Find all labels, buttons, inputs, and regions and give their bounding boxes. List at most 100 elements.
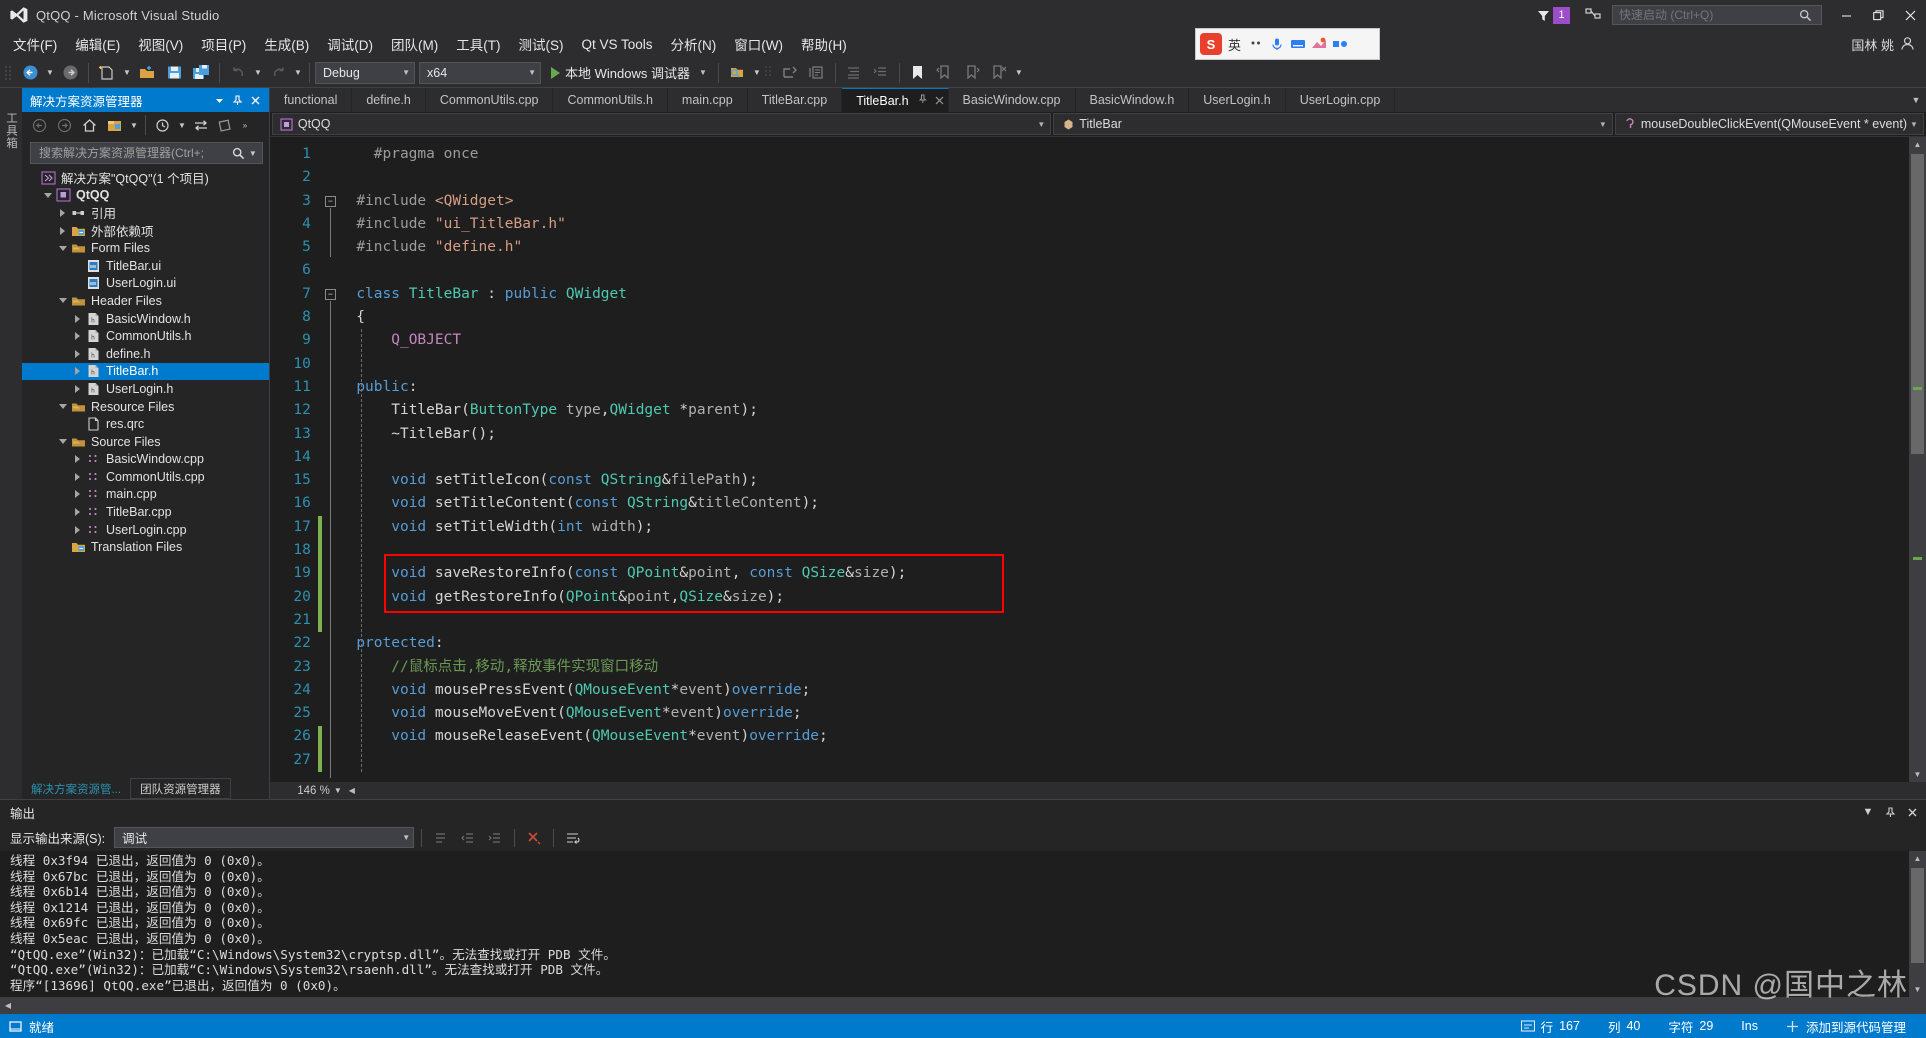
close-icon[interactable]: [1904, 802, 1920, 822]
code-line[interactable]: [339, 749, 1909, 772]
tree-item[interactable]: 解决方案"QtQQ"(1 个项目): [22, 169, 269, 187]
close-icon[interactable]: [935, 94, 944, 108]
tree-item[interactable]: Header Files: [22, 292, 269, 310]
home-icon[interactable]: [78, 114, 102, 136]
collapse-arrow-icon[interactable]: [56, 298, 70, 304]
new-project-icon[interactable]: [94, 61, 120, 85]
code-line[interactable]: [339, 446, 1909, 469]
code-line[interactable]: void setTitleContent(const QString&title…: [339, 492, 1909, 515]
tree-item[interactable]: 引用: [22, 204, 269, 222]
bookmark-icon[interactable]: [905, 61, 931, 85]
clear-all-icon[interactable]: [522, 827, 546, 849]
expand-arrow-icon[interactable]: [71, 490, 85, 499]
forward-icon[interactable]: [53, 114, 77, 136]
navbar-member-combo[interactable]: mouseDoubleClickEvent(QMouseEvent * even…: [1614, 113, 1924, 135]
scroll-down-icon[interactable]: ▼: [1909, 982, 1926, 997]
find-in-files-icon[interactable]: [724, 61, 750, 85]
navbar-class-combo[interactable]: TitleBar ▼: [1053, 113, 1613, 135]
code-line[interactable]: void setTitleWidth(int width);: [339, 516, 1909, 539]
close-icon[interactable]: [247, 90, 265, 110]
new-project-dropdown[interactable]: ▼: [121, 61, 133, 85]
code-folding-margin[interactable]: − −: [322, 137, 339, 782]
scrollbar-thumb[interactable]: [1911, 868, 1924, 963]
menu-project[interactable]: 项目(P): [192, 31, 255, 57]
expand-arrow-icon[interactable]: [71, 367, 85, 376]
toggle-word-wrap-icon[interactable]: [561, 827, 585, 849]
menu-build[interactable]: 生成(B): [255, 31, 318, 57]
tree-item[interactable]: BasicWindow.cpp: [22, 451, 269, 469]
go-to-next-message-icon[interactable]: [483, 827, 507, 849]
outdent-icon[interactable]: [868, 61, 894, 85]
editor-tab-functional[interactable]: functional: [270, 88, 353, 112]
code-line[interactable]: [339, 166, 1909, 189]
ime-emoji-icon[interactable]: [1310, 36, 1327, 53]
save-icon[interactable]: [161, 61, 187, 85]
tree-item[interactable]: UserLogin.cpp: [22, 521, 269, 539]
redo-icon[interactable]: [265, 61, 291, 85]
collapse-arrow-icon[interactable]: [56, 404, 70, 410]
ime-apps-icon[interactable]: [1331, 36, 1348, 53]
code-line[interactable]: #pragma once: [339, 143, 1909, 166]
editor-tab-userlogin-cpp[interactable]: UserLogin.cpp: [1286, 88, 1396, 112]
collapse-region-icon[interactable]: −: [324, 195, 336, 207]
code-line[interactable]: //鼠标点击,移动,释放事件实现窗口移动: [339, 656, 1909, 679]
menu-qt-vs-tools[interactable]: Qt VS Tools: [573, 34, 662, 55]
undo-icon[interactable]: [225, 61, 251, 85]
expand-arrow-icon[interactable]: [71, 384, 85, 393]
tree-item[interactable]: res.qrc: [22, 415, 269, 433]
tree-item[interactable]: Translation Files: [22, 538, 269, 556]
step-out-icon[interactable]: [777, 61, 803, 85]
quick-launch-box[interactable]: [1612, 5, 1822, 25]
editor-tab-main-cpp[interactable]: main.cpp: [668, 88, 748, 112]
code-line[interactable]: #include "ui_TitleBar.h": [339, 213, 1909, 236]
menu-view[interactable]: 视图(V): [129, 31, 192, 57]
solution-explorer-search-box[interactable]: ▼: [29, 142, 263, 164]
open-file-icon[interactable]: [134, 61, 160, 85]
clear-bookmarks-icon[interactable]: [986, 61, 1012, 85]
ime-floating-toolbar[interactable]: S 英: [1195, 28, 1380, 60]
tab-solution-explorer[interactable]: 解决方案资源管...: [22, 778, 130, 799]
collapse-arrow-icon[interactable]: [41, 192, 55, 198]
properties-icon[interactable]: [214, 114, 238, 136]
toolbar-grip[interactable]: [4, 64, 14, 82]
tree-item[interactable]: UserLogin.ui: [22, 275, 269, 293]
back-icon[interactable]: [28, 114, 52, 136]
panel-dropdown-icon[interactable]: [211, 90, 229, 110]
account-area[interactable]: 国林 姚: [1851, 35, 1916, 54]
next-bookmark-icon[interactable]: [959, 61, 985, 85]
expand-arrow-icon[interactable]: [71, 525, 85, 534]
code-line[interactable]: [339, 539, 1909, 562]
editor-tab-define-h[interactable]: define.h: [352, 88, 426, 112]
tree-item[interactable]: TitleBar.cpp: [22, 503, 269, 521]
toolbox-vertical-tab[interactable]: 工具箱: [1, 106, 21, 156]
expand-arrow-icon[interactable]: [71, 314, 85, 323]
tree-item-selected[interactable]: h TitleBar.h: [21, 362, 269, 381]
menu-file[interactable]: 文件(F): [4, 31, 66, 57]
solution-explorer-view-icon[interactable]: [103, 114, 127, 136]
close-button[interactable]: [1894, 0, 1926, 30]
tree-item[interactable]: Resource Files: [22, 398, 269, 416]
find-dropdown[interactable]: ▼: [751, 61, 763, 85]
previous-bookmark-icon[interactable]: [932, 61, 958, 85]
code-line[interactable]: void setTitleIcon(const QString&filePath…: [339, 469, 1909, 492]
ime-mode-label[interactable]: 英: [1226, 35, 1243, 54]
notification-badge[interactable]: 1: [1553, 6, 1570, 24]
ime-microphone-icon[interactable]: [1268, 36, 1285, 53]
output-source-combo[interactable]: 调试 ▼: [114, 827, 415, 848]
chevron-down-icon[interactable]: ▼: [1034, 120, 1048, 129]
editor-tab-userlogin-h[interactable]: UserLogin.h: [1189, 88, 1286, 112]
expand-arrow-icon[interactable]: [71, 472, 85, 481]
pending-changes-icon[interactable]: [151, 114, 175, 136]
tree-item[interactable]: QtQQ: [22, 187, 269, 205]
code-line[interactable]: protected:: [339, 632, 1909, 655]
collapse-arrow-icon[interactable]: [56, 245, 70, 251]
redo-dropdown[interactable]: ▼: [292, 61, 304, 85]
menu-tools[interactable]: 工具(T): [447, 31, 509, 57]
pin-icon[interactable]: [918, 94, 928, 107]
menu-team[interactable]: 团队(M): [382, 31, 447, 57]
chevron-down-icon[interactable]: ▼: [1596, 120, 1610, 129]
output-dropdown-icon[interactable]: ▼: [1860, 802, 1876, 822]
solution-configuration-combo[interactable]: Debug ▼: [315, 61, 415, 84]
expand-arrow-icon[interactable]: [56, 226, 70, 235]
scroll-down-icon[interactable]: ▼: [1909, 767, 1926, 782]
